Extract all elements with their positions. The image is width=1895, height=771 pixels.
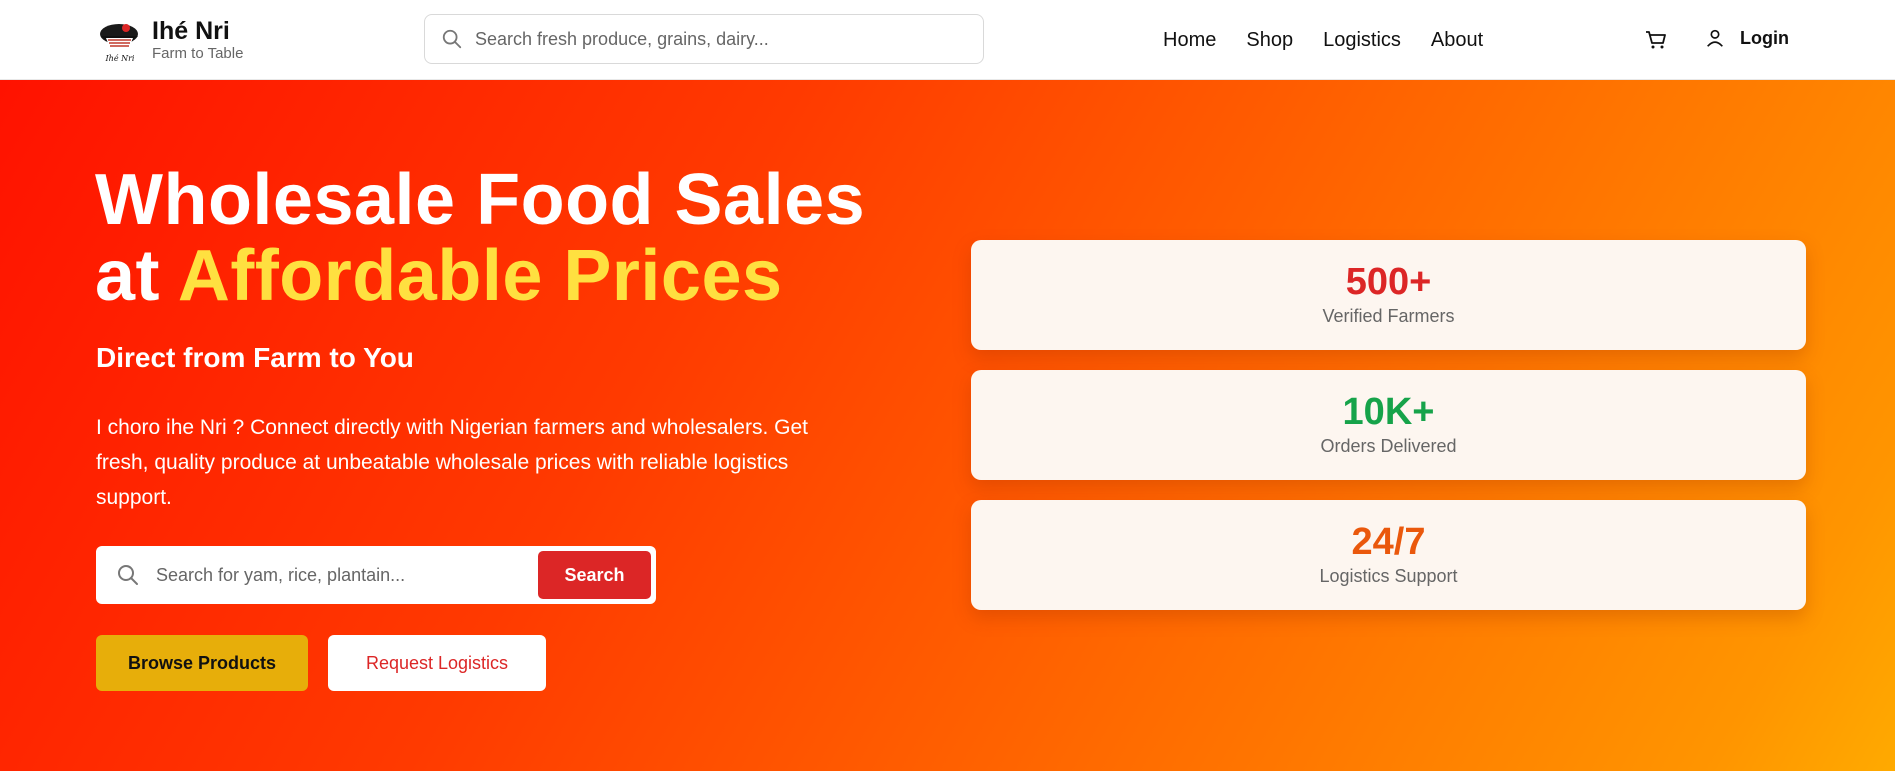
stat-label: Logistics Support: [1319, 566, 1458, 586]
stat-value: 500+: [1345, 261, 1432, 303]
cart-icon[interactable]: [1644, 28, 1668, 52]
stat-card-logistics: 24/7 Logistics Support: [971, 500, 1806, 610]
hero-title-prefix: at: [95, 236, 178, 316]
hero-search-box: Search: [96, 546, 656, 604]
brand-logo[interactable]: Ihé Nri Ihé Nri Farm to Table: [96, 16, 243, 64]
nav-shop[interactable]: Shop: [1246, 29, 1293, 52]
nav-home[interactable]: Home: [1163, 29, 1216, 52]
hero-section: Wholesale Food Sales at Affordable Price…: [0, 80, 1895, 771]
user-icon: [1707, 29, 1723, 47]
header-search-box: [424, 14, 984, 64]
stat-value: 10K+: [1342, 391, 1435, 433]
request-logistics-button[interactable]: Request Logistics: [328, 635, 546, 691]
hero-title-line1: Wholesale Food Sales: [95, 160, 866, 240]
login-label: Login: [1740, 27, 1789, 48]
hero-search-input[interactable]: [156, 564, 516, 586]
hero-title-highlight: Affordable Prices: [177, 236, 783, 316]
hero-description: I choro ihe Nri ? Connect directly with …: [96, 416, 808, 509]
nav-about[interactable]: About: [1431, 29, 1483, 52]
brand-name: Ihé Nri: [152, 17, 230, 45]
brand-tagline: Farm to Table: [152, 45, 244, 62]
search-icon: [442, 29, 462, 49]
stat-value: 24/7: [1351, 521, 1426, 563]
search-icon: [118, 565, 138, 585]
stat-card-orders: 10K+ Orders Delivered: [971, 370, 1806, 480]
stat-label: Verified Farmers: [1322, 306, 1455, 326]
stat-card-farmers: 500+ Verified Farmers: [971, 240, 1806, 350]
stat-label: Orders Delivered: [1320, 436, 1457, 456]
hero-subtitle: Direct from Farm to You: [96, 342, 414, 373]
header-search-input[interactable]: [475, 28, 955, 50]
basket-logo-icon: Ihé Nri: [100, 24, 138, 63]
hero-title: Wholesale Food Sales at Affordable Price…: [95, 162, 865, 314]
logo-script-text: Ihé Nri: [105, 54, 135, 63]
hero-search-button[interactable]: Search: [538, 551, 651, 599]
nav-logistics[interactable]: Logistics: [1323, 29, 1401, 52]
main-nav: Home Shop Logistics About: [1163, 0, 1513, 80]
browse-products-button[interactable]: Browse Products: [96, 635, 308, 691]
login-button[interactable]: Login: [1704, 27, 1789, 49]
site-header: Ihé Nri Ihé Nri Farm to Table Home Shop …: [0, 0, 1895, 80]
